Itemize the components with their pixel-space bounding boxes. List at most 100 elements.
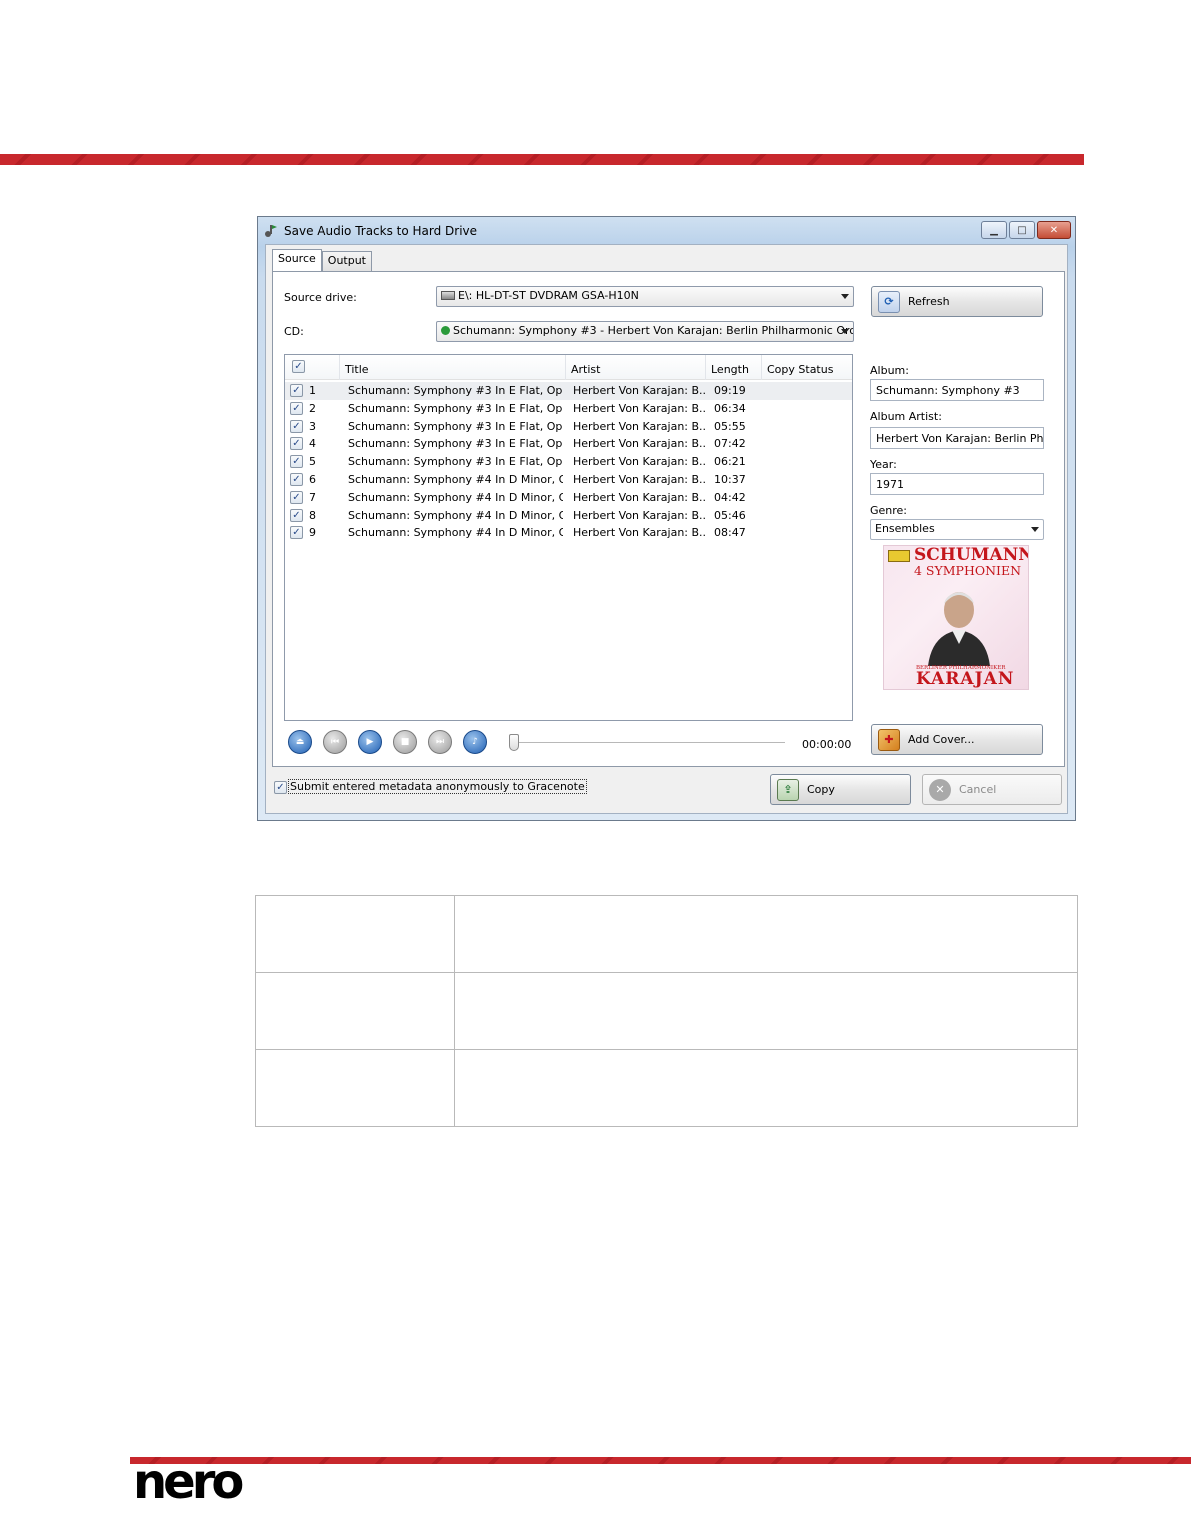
submit-metadata-label[interactable]: Submit entered metadata anonymously to G… — [288, 779, 587, 794]
track-title: Schumann: Symphony #3 In E Flat, Op.... — [348, 437, 563, 451]
chevron-down-icon — [1031, 527, 1039, 532]
eject-icon[interactable]: ⏏ — [288, 730, 312, 754]
seek-slider-thumb[interactable] — [509, 734, 519, 751]
source-drive-select[interactable]: E\: HL-DT-ST DVDRAM GSA-H10N — [436, 286, 854, 307]
track-artist: Herbert Von Karajan: B... — [573, 437, 705, 451]
source-drive-value: E\: HL-DT-ST DVDRAM GSA-H10N — [458, 289, 639, 302]
playback-time: 00:00:00 — [802, 738, 852, 751]
add-cover-icon: ✚ — [878, 728, 900, 751]
cd-label: CD: — [284, 325, 304, 338]
genre-value: Ensembles — [875, 522, 935, 535]
track-number: 2 — [309, 401, 316, 415]
copy-button[interactable]: ⇪ Copy — [770, 774, 911, 805]
tab-output[interactable]: Output — [321, 251, 372, 271]
minimize-button[interactable]: ▁ — [981, 221, 1007, 239]
track-artist: Herbert Von Karajan: B... — [573, 490, 705, 504]
seek-track[interactable] — [513, 742, 785, 744]
header-stripe — [0, 154, 1084, 165]
window-client: Source Output Source drive: E\: HL-DT-ST… — [265, 244, 1068, 814]
table-row[interactable]: ✓ 7 Schumann: Symphony #4 In D Minor, O...… — [285, 489, 852, 507]
track-number: 6 — [309, 472, 316, 486]
track-length: 09:19 — [714, 384, 746, 397]
submit-metadata-checkbox[interactable]: ✓ — [274, 781, 287, 794]
year-input[interactable]: 1971 — [870, 473, 1044, 495]
close-icon: ✕ — [1049, 224, 1059, 236]
table-row[interactable]: ✓ 3 Schumann: Symphony #3 In E Flat, Op...… — [285, 418, 852, 436]
album-artist-input[interactable]: Herbert Von Karajan: Berlin Philha — [870, 427, 1044, 449]
refresh-label: Refresh — [908, 295, 950, 308]
track-list[interactable]: ✓ Title Artist Length Copy Status ✓ 1 Schu… — [284, 354, 853, 721]
table-row[interactable]: ✓ 8 Schumann: Symphony #4 In D Minor, O...… — [285, 507, 852, 525]
title-bar[interactable]: Save Audio Tracks to Hard Drive ▁ □ ✕ — [258, 217, 1075, 245]
track-title: Schumann: Symphony #3 In E Flat, Op.... — [348, 455, 563, 469]
table-row — [255, 1049, 1078, 1127]
minimize-icon: ▁ — [990, 224, 998, 236]
track-number: 8 — [309, 508, 316, 522]
column-copy-status[interactable]: Copy Status — [762, 355, 852, 380]
next-icon[interactable]: ⏭ — [428, 730, 452, 754]
track-checkbox[interactable]: ✓ — [290, 384, 303, 397]
cover-subtitle: 4 SYMPHONIEN — [914, 563, 1022, 578]
checkbox-checked-icon[interactable]: ✓ — [292, 360, 305, 373]
track-checkbox[interactable]: ✓ — [290, 419, 303, 433]
column-title[interactable]: Title — [340, 355, 566, 380]
save-audio-window: Save Audio Tracks to Hard Drive ▁ □ ✕ So… — [257, 216, 1076, 821]
table-row[interactable]: ✓ 6 Schumann: Symphony #4 In D Minor, O...… — [285, 471, 852, 489]
cancel-button[interactable]: ✕ Cancel — [922, 774, 1062, 805]
cd-status-icon — [441, 326, 450, 335]
info-table — [255, 895, 1078, 1127]
close-button[interactable]: ✕ — [1037, 221, 1071, 239]
cd-select[interactable]: Schumann: Symphony #3 - Herbert Von Kara… — [436, 321, 854, 342]
genre-label: Genre: — [870, 504, 908, 517]
maximize-button[interactable]: □ — [1009, 221, 1035, 239]
track-number: 1 — [309, 384, 316, 397]
track-checkbox[interactable]: ✓ — [290, 455, 303, 469]
track-number: 9 — [309, 526, 316, 540]
track-length: 06:21 — [714, 455, 746, 469]
track-checkbox[interactable]: ✓ — [290, 437, 303, 451]
track-checkbox[interactable]: ✓ — [290, 508, 303, 522]
album-input[interactable]: Schumann: Symphony #3 — [870, 379, 1044, 401]
track-artist: Herbert Von Karajan: B... — [573, 384, 705, 397]
table-row[interactable]: ✓ 2 Schumann: Symphony #3 In E Flat, Op...… — [285, 400, 852, 418]
copy-label: Copy — [807, 783, 835, 796]
track-length: 04:42 — [714, 490, 746, 504]
track-checkbox[interactable]: ✓ — [290, 490, 303, 504]
track-title: Schumann: Symphony #3 In E Flat, Op.... — [348, 419, 563, 433]
header-select-all[interactable]: ✓ — [285, 355, 340, 380]
track-length: 08:47 — [714, 526, 746, 540]
add-cover-label: Add Cover... — [908, 733, 975, 746]
tab-source[interactable]: Source — [272, 249, 322, 271]
track-number: 5 — [309, 455, 316, 469]
track-checkbox[interactable]: ✓ — [290, 472, 303, 486]
album-label: Album: — [870, 364, 909, 377]
chevron-down-icon — [841, 329, 849, 334]
genre-select[interactable]: Ensembles — [870, 519, 1044, 540]
column-length[interactable]: Length — [706, 355, 762, 380]
track-artist: Herbert Von Karajan: B... — [573, 472, 705, 486]
column-artist[interactable]: Artist — [566, 355, 706, 380]
track-number: 4 — [309, 437, 316, 451]
play-icon[interactable]: ▶ — [358, 730, 382, 754]
table-row[interactable]: ✓ 4 Schumann: Symphony #3 In E Flat, Op...… — [285, 435, 852, 453]
add-cover-button[interactable]: ✚ Add Cover... — [871, 724, 1043, 755]
track-title: Schumann: Symphony #4 In D Minor, O... — [348, 472, 563, 486]
table-row — [255, 895, 1078, 973]
track-length: 05:55 — [714, 419, 746, 433]
table-row[interactable]: ✓ 9 Schumann: Symphony #4 In D Minor, O...… — [285, 524, 852, 542]
album-cover: SCHUMANN 4 SYMPHONIEN BERLINER PHILHARMO… — [883, 545, 1029, 690]
track-artist: Herbert Von Karajan: B... — [573, 419, 705, 433]
track-checkbox[interactable]: ✓ — [290, 401, 303, 415]
player-controls: ⏏ ⏮ ▶ ■ ⏭ ♪ — [288, 730, 487, 754]
table-row[interactable]: ✓ 1 Schumann: Symphony #3 In E Flat, Op...… — [285, 382, 852, 400]
maximize-icon: □ — [1017, 224, 1027, 236]
table-row[interactable]: ✓ 5 Schumann: Symphony #3 In E Flat, Op...… — [285, 453, 852, 471]
previous-icon[interactable]: ⏮ — [323, 730, 347, 754]
source-tab-panel: Source drive: E\: HL-DT-ST DVDRAM GSA-H1… — [272, 271, 1065, 767]
stop-icon[interactable]: ■ — [393, 730, 417, 754]
cancel-label: Cancel — [959, 783, 997, 796]
volume-icon[interactable]: ♪ — [463, 730, 487, 754]
track-checkbox[interactable]: ✓ — [290, 526, 303, 540]
refresh-button[interactable]: ⟳ Refresh — [871, 286, 1043, 317]
track-artist: Herbert Von Karajan: B... — [573, 455, 705, 469]
